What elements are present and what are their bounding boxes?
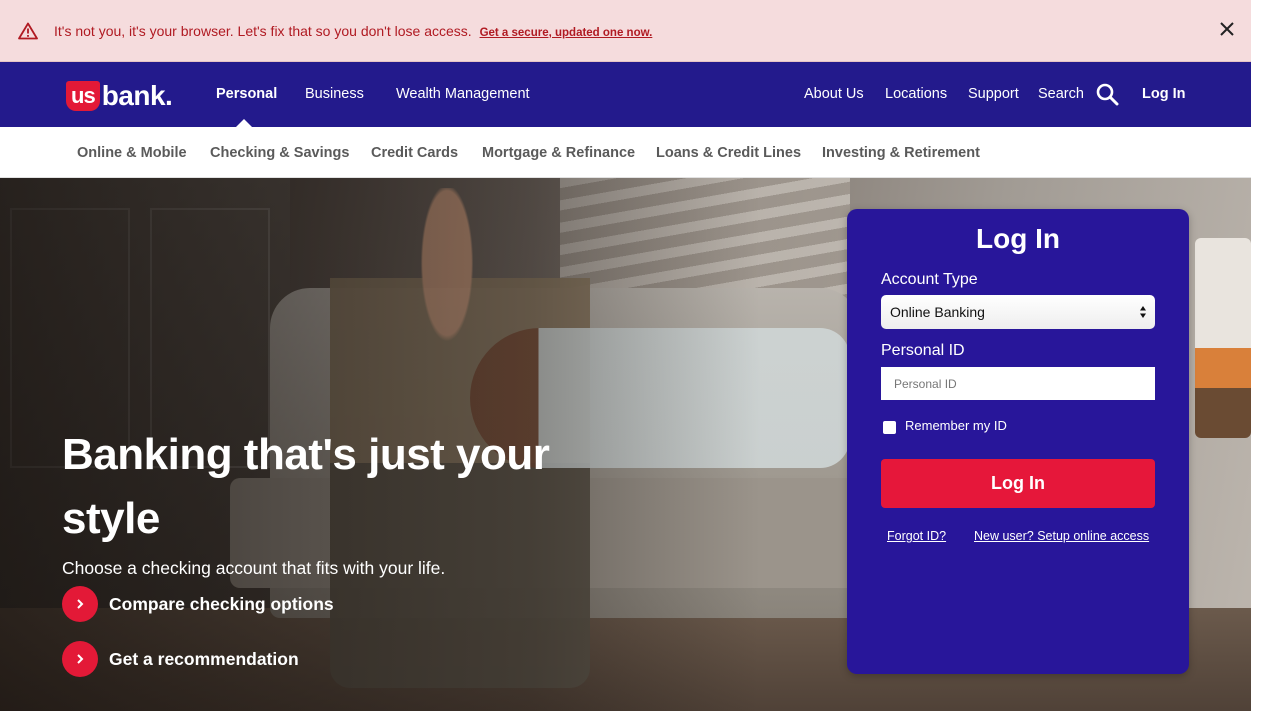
sub-navigation: Online & Mobile Checking & Savings Credi… [0,127,1251,178]
get-recommendation-link[interactable]: Get a recommendation [62,641,299,677]
nav-business[interactable]: Business [305,86,364,102]
alert-message: It's not you, it's your browser. Let's f… [54,23,472,39]
personal-id-input[interactable] [881,367,1155,400]
subnav-online-mobile[interactable]: Online & Mobile [77,145,187,161]
search-icon[interactable] [1095,82,1119,106]
nav-about-us[interactable]: About Us [804,86,864,102]
account-type-select[interactable]: Online Banking [881,295,1155,329]
hero-subtitle: Choose a checking account that fits with… [62,558,446,578]
nav-locations[interactable]: Locations [885,86,947,102]
get-recommendation-label: Get a recommendation [109,648,299,669]
login-panel: Log In Account Type Online Banking Perso… [847,209,1189,674]
account-type-label: Account Type [881,271,978,288]
login-button[interactable]: Log In [881,459,1155,508]
forgot-id-link[interactable]: Forgot ID? [887,529,946,543]
new-user-setup-link[interactable]: New user? Setup online access [974,529,1149,543]
active-nav-indicator [235,119,253,128]
usbank-logo[interactable]: us bank . [66,80,173,112]
subnav-loans-credit-lines[interactable]: Loans & Credit Lines [656,145,801,161]
nav-log-in[interactable]: Log In [1142,86,1186,102]
chevron-right-icon [62,586,98,622]
nav-personal[interactable]: Personal [216,86,277,102]
subnav-checking-savings[interactable]: Checking & Savings [210,145,349,161]
compare-checking-label: Compare checking options [109,593,334,614]
update-browser-link[interactable]: Get a secure, updated one now. [480,27,653,39]
remember-id-checkbox[interactable] [883,421,896,434]
browser-alert-banner: It's not you, it's your browser. Let's f… [0,0,1251,62]
logo-dot: . [165,80,173,111]
remember-id-label: Remember my ID [905,418,1007,433]
chevron-right-icon [62,641,98,677]
subnav-investing-retirement[interactable]: Investing & Retirement [822,145,980,161]
nav-search[interactable]: Search [1038,86,1084,102]
login-title: Log In [976,223,1060,254]
subnav-credit-cards[interactable]: Credit Cards [371,145,458,161]
nav-support[interactable]: Support [968,86,1019,102]
personal-id-label: Personal ID [881,342,965,359]
subnav-mortgage-refinance[interactable]: Mortgage & Refinance [482,145,635,161]
logo-bank: bank [101,80,166,111]
nav-wealth-management[interactable]: Wealth Management [396,86,530,102]
hero-background-plant [1195,238,1251,438]
hero-title: Banking that's just your style [62,430,550,543]
logo-us: us [66,81,100,111]
alert-message-wrapper: It's not you, it's your browser. Let's f… [54,23,652,39]
close-icon[interactable] [1217,19,1237,39]
compare-checking-link[interactable]: Compare checking options [62,586,334,622]
select-arrows-icon [1140,306,1146,318]
warning-triangle-icon [18,22,38,40]
main-navigation: us bank . Personal Business Wealth Manag… [0,62,1251,127]
account-type-value: Online Banking [890,304,985,320]
